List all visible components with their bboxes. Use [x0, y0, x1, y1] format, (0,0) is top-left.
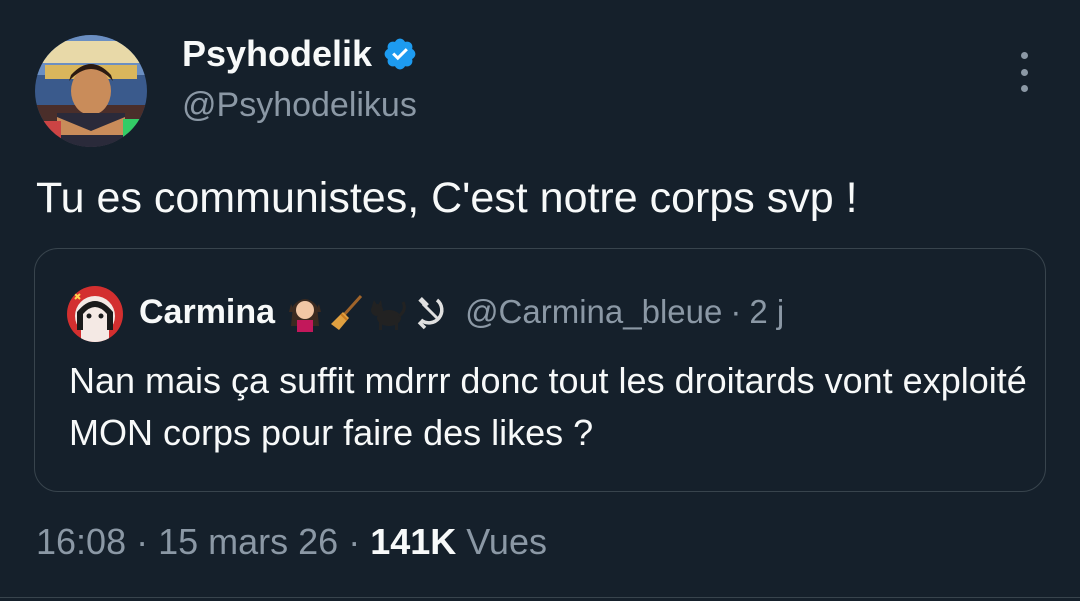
- views-label: Vues: [466, 521, 547, 562]
- divider: [0, 597, 1080, 598]
- author-avatar[interactable]: [35, 35, 147, 147]
- tweet-text: Tu es communistes, C'est notre corps svp…: [36, 174, 858, 222]
- quoted-tweet-card[interactable]: Carmina @Carmina_bleue · 2 j Nan mais ça…: [34, 248, 1046, 492]
- views-count[interactable]: 141K: [370, 518, 456, 566]
- quoted-author-emojis: [285, 292, 451, 332]
- hammer-and-sickle-emoji-icon: [411, 292, 451, 332]
- quoted-separator: ·: [730, 293, 742, 330]
- quoted-author-name[interactable]: Carmina: [139, 293, 275, 332]
- more-options-icon[interactable]: [1008, 52, 1040, 92]
- tweet-date[interactable]: 15 mars 26: [158, 518, 338, 566]
- tweet-time[interactable]: 16:08: [36, 518, 126, 566]
- meta-separator: ·: [136, 521, 149, 562]
- more-dot: [1020, 85, 1028, 92]
- quoted-tweet-text: Nan mais ça suffit mdrrr donc tout les d…: [69, 360, 1027, 453]
- black-cat-emoji-icon: [369, 292, 409, 332]
- quoted-author-avatar[interactable]: [67, 286, 123, 342]
- quoted-tweet-header: Carmina @Carmina_bleue · 2 j: [139, 289, 784, 335]
- meta-separator: ·: [348, 521, 361, 562]
- more-dot: [1020, 68, 1028, 76]
- broom-emoji-icon: [327, 292, 367, 332]
- author-name[interactable]: Psyhodelik: [182, 32, 372, 76]
- verified-badge-icon: [382, 36, 418, 72]
- quoted-author-handle[interactable]: @Carmina_bleue: [465, 293, 722, 331]
- woman-emoji-icon: [285, 292, 325, 332]
- more-dot: [1020, 52, 1028, 59]
- author-name-row[interactable]: Psyhodelik: [182, 32, 418, 76]
- tweet-container: Psyhodelik @Psyhodelikus Tu es communist…: [0, 0, 1080, 601]
- tweet-meta: 16:08 · 15 mars 26 · 141K Vues: [36, 518, 547, 566]
- quoted-tweet-time[interactable]: 2 j: [749, 293, 784, 331]
- author-handle[interactable]: @Psyhodelikus: [182, 84, 417, 126]
